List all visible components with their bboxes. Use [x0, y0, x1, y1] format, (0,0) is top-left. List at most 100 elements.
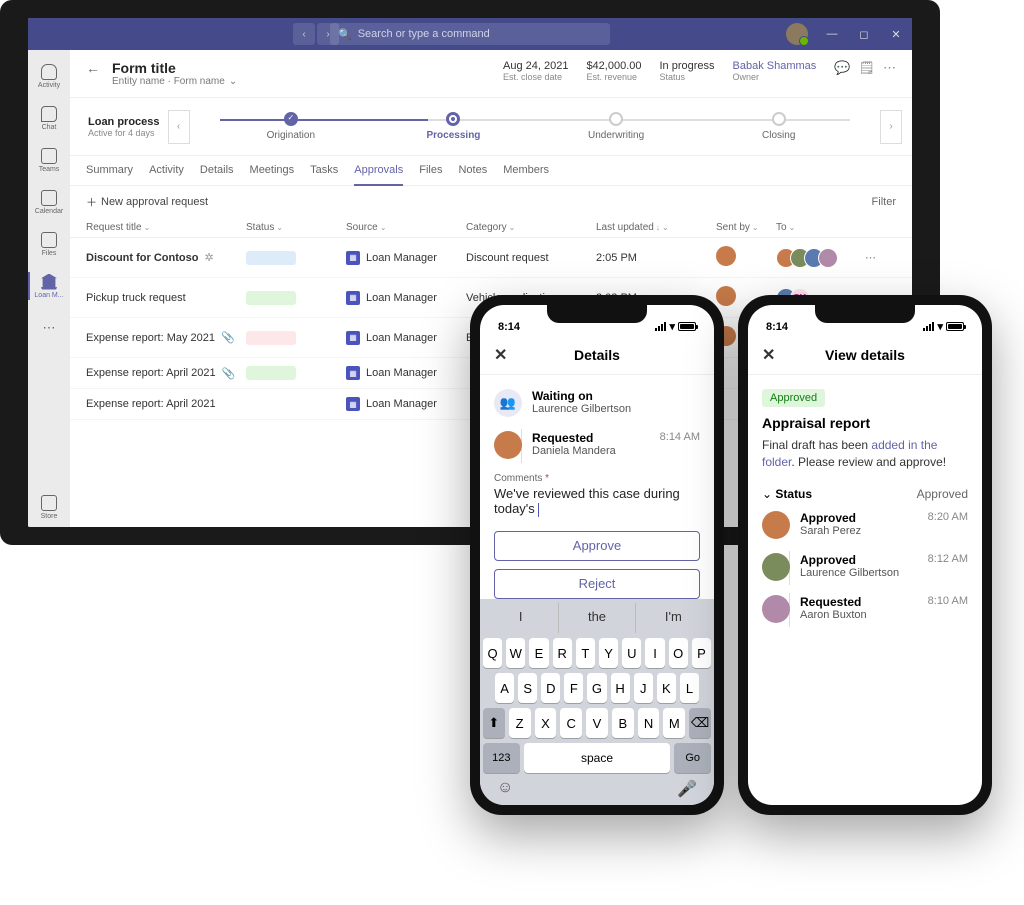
status-item: ApprovedLaurence Gilbertson8:12 AM: [762, 553, 968, 581]
tab-notes[interactable]: Notes: [458, 156, 487, 185]
suggestion[interactable]: the: [559, 603, 635, 633]
phone-title: Details: [574, 347, 620, 363]
status-section-header[interactable]: Status Approved: [762, 487, 968, 501]
phone-header: ✕ View details: [748, 335, 982, 375]
note-icon[interactable]: 🗒: [858, 60, 875, 76]
waiting-row: 👥 Waiting on Laurence Gilbertson: [494, 389, 700, 417]
tab-members[interactable]: Members: [503, 156, 549, 185]
nav-forward[interactable]: ›: [317, 23, 339, 45]
tab-approvals[interactable]: Approvals: [354, 156, 403, 186]
wifi-icon: ▾: [669, 320, 675, 333]
cursor-icon: ✲: [204, 251, 213, 264]
avatar: [716, 286, 736, 306]
source-app-icon: ▦: [346, 397, 360, 411]
filter-button[interactable]: Filter: [872, 196, 896, 208]
stepper-track: Origination Processing Underwriting Clos…: [190, 104, 880, 149]
source-app-icon: ▦: [346, 331, 360, 345]
phone-header: ✕ Details: [480, 335, 714, 375]
col-category[interactable]: Category⌄: [466, 222, 596, 233]
sidebar-item-chat[interactable]: Chat: [28, 98, 70, 138]
status-pill: [246, 291, 296, 305]
suggestion[interactable]: I: [483, 603, 559, 633]
close-button[interactable]: ✕: [762, 345, 775, 365]
bell-icon: [41, 64, 57, 80]
overflow-icon[interactable]: ⋯: [883, 60, 896, 76]
back-button[interactable]: ←: [86, 60, 100, 76]
approve-button[interactable]: Approve: [494, 531, 700, 561]
sidebar-more[interactable]: ⋯: [28, 308, 70, 348]
col-status[interactable]: Status⌄: [246, 222, 346, 233]
col-sent[interactable]: Sent by⌄: [716, 222, 776, 233]
window-maximize[interactable]: ◻: [848, 18, 880, 50]
step-origination[interactable]: Origination: [210, 112, 373, 141]
emoji-icon[interactable]: ☺: [497, 779, 513, 799]
step-underwriting[interactable]: Underwriting: [535, 112, 698, 141]
sidebar-item-calendar[interactable]: Calendar: [28, 182, 70, 222]
table-row[interactable]: Discount for Contoso ✲▦Loan ManagerDisco…: [70, 238, 912, 278]
stepper-next[interactable]: ›: [880, 110, 902, 144]
profile-avatar[interactable]: [786, 23, 808, 45]
window-controls: — ◻ ✕: [786, 18, 912, 50]
mic-icon[interactable]: 🎤: [677, 779, 697, 799]
row-overflow[interactable]: ⋯: [865, 252, 877, 264]
status-pill: [246, 366, 296, 380]
chevron-down-icon: ⌄: [229, 76, 237, 87]
tab-details[interactable]: Details: [200, 156, 234, 185]
chat-icon: [41, 106, 57, 122]
wifi-icon: ▾: [937, 320, 943, 333]
avatar: [762, 553, 790, 581]
avatar: [716, 246, 736, 266]
col-to[interactable]: To⌄: [776, 222, 856, 233]
sidebar-item-store[interactable]: Store: [28, 487, 70, 527]
title-block: Form title Entity name · Form name⌄: [112, 60, 237, 87]
breadcrumb[interactable]: Entity name · Form name⌄: [112, 76, 237, 87]
avatar: [762, 595, 790, 623]
suggestion[interactable]: I'm: [636, 603, 711, 633]
new-approval-button[interactable]: ＋New approval request: [86, 194, 208, 210]
sidebar-item-loan[interactable]: Loan M...: [28, 266, 70, 306]
window-minimize[interactable]: —: [816, 18, 848, 50]
table-header: Request title⌄ Status⌄ Source⌄ Category⌄…: [70, 218, 912, 238]
status-pill: [246, 331, 296, 345]
chat-icon[interactable]: 💬: [834, 60, 850, 76]
step-closing[interactable]: Closing: [697, 112, 860, 141]
nav-history: ‹ ›: [293, 23, 339, 45]
tab-tasks[interactable]: Tasks: [310, 156, 338, 185]
page-header: ← Form title Entity name · Form name⌄ Au…: [70, 50, 912, 98]
close-button[interactable]: ✕: [494, 345, 507, 365]
keyboard[interactable]: I the I'm QWERTYUIOP ASDFGHJKL ⬆ZXCVBNM⌫…: [480, 599, 714, 805]
col-title[interactable]: Request title⌄: [86, 222, 246, 233]
phone-view-details: 8:14 ▾ ✕ View details Approved Appraisal…: [738, 295, 992, 815]
col-updated[interactable]: Last updated↓ ⌄: [596, 222, 716, 233]
attachment-icon: 📎: [221, 331, 235, 344]
tab-activity[interactable]: Activity: [149, 156, 184, 185]
process-stepper: Loan process Active for 4 days ‹ Origina…: [70, 98, 912, 156]
sidebar-item-files[interactable]: Files: [28, 224, 70, 264]
tab-meetings[interactable]: Meetings: [250, 156, 295, 185]
search-box[interactable]: 🔍 Search or type a command: [330, 23, 610, 45]
tab-files[interactable]: Files: [419, 156, 442, 185]
reject-button[interactable]: Reject: [494, 569, 700, 599]
col-source[interactable]: Source⌄: [346, 222, 466, 233]
nav-back[interactable]: ‹: [293, 23, 315, 45]
stepper-prev[interactable]: ‹: [168, 110, 190, 144]
more-icon: ⋯: [43, 320, 56, 336]
plus-icon: ＋: [86, 194, 97, 210]
sidebar-item-activity[interactable]: Activity: [28, 56, 70, 96]
step-processing[interactable]: Processing: [372, 112, 535, 141]
tab-summary[interactable]: Summary: [86, 156, 133, 185]
page-title: Form title: [112, 60, 237, 76]
process-label: Loan process Active for 4 days: [80, 116, 168, 138]
battery-icon: [678, 322, 696, 331]
app-titlebar: ‹ › 🔍 Search or type a command — ◻ ✕: [28, 18, 912, 50]
attachment-icon: 📎: [222, 367, 236, 380]
report-description: Final draft has been added in the folder…: [762, 437, 968, 471]
window-close[interactable]: ✕: [880, 18, 912, 50]
phone-details: 8:14 ▾ ✕ Details 👥 Waiting on Laurence G…: [470, 295, 724, 815]
source-app-icon: ▦: [346, 366, 360, 380]
list-toolbar: ＋New approval request Filter: [70, 186, 912, 218]
comments-input[interactable]: We've reviewed this case during today's: [494, 486, 700, 523]
header-meta: Aug 24, 2021Est. close date $42,000.00Es…: [503, 60, 896, 82]
sidebar-item-teams[interactable]: Teams: [28, 140, 70, 180]
phone-title: View details: [825, 347, 905, 363]
